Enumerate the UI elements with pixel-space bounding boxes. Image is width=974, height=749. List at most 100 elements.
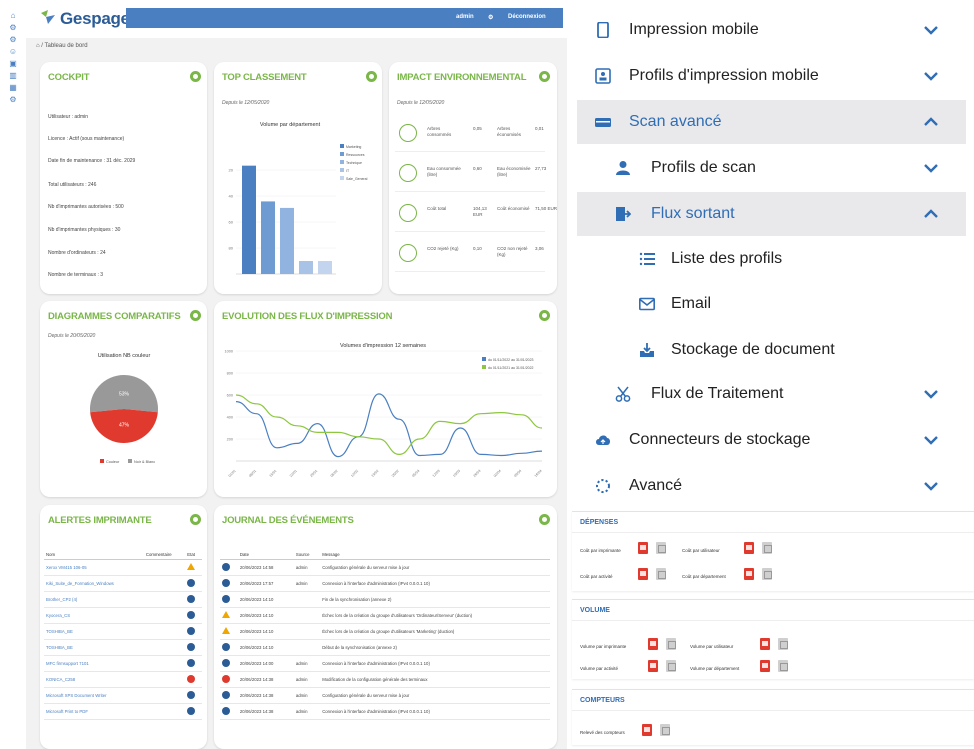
column-header[interactable]: Date — [237, 550, 294, 560]
excel-icon[interactable] — [666, 660, 676, 672]
column-header[interactable]: Nom — [44, 550, 144, 560]
table-row[interactable]: 20/06/2023 14:10 Échec lors de la créatio… — [220, 607, 550, 624]
home-icon[interactable]: ⌂ — [8, 12, 18, 20]
printer-name-link[interactable]: Microsoft XPS Document Writer — [44, 687, 144, 704]
menu-item[interactable]: Profils d'impression mobile — [577, 54, 966, 98]
excel-icon[interactable] — [656, 568, 666, 580]
menu-item[interactable]: Scan avancé — [577, 100, 966, 144]
pdf-icon[interactable] — [642, 724, 652, 736]
excel-icon[interactable] — [660, 724, 670, 736]
user-icon[interactable]: ☺ — [8, 48, 18, 56]
column-header[interactable]: Etat — [185, 550, 202, 560]
chevron-down-icon[interactable] — [922, 67, 940, 85]
printer-name-link[interactable]: KONICA_C258 — [44, 671, 144, 688]
chevron-up-icon[interactable] — [922, 205, 940, 223]
chevron-down-icon[interactable] — [922, 385, 940, 403]
table-row[interactable]: 20/06/2023 14:38 admin Modification de la … — [220, 671, 550, 688]
excel-icon[interactable] — [762, 542, 772, 554]
table-row[interactable]: 20/06/2023 14:00 admin Connexion à l'inter… — [220, 655, 550, 672]
pdf-icon[interactable] — [760, 660, 770, 672]
chart-icon[interactable]: ▥ — [8, 72, 18, 80]
printer-name-link[interactable]: Microsoft Print to PDF — [44, 703, 144, 720]
printer-name-link[interactable]: TOSHIBA_BE — [44, 639, 144, 656]
table-row[interactable]: TOSHIBA_BE — [44, 639, 202, 656]
settings-gear-icon[interactable] — [190, 310, 201, 321]
menu-item[interactable]: Flux de Traitement — [577, 372, 966, 416]
printer-name-link[interactable]: Kyocera_CS — [44, 607, 144, 624]
settings-icon[interactable]: ⚙ — [8, 96, 18, 104]
menu-item[interactable]: Liste des profils — [577, 237, 966, 281]
table-row[interactable]: 20/06/2023 14:10 Début de la synchronisat… — [220, 639, 550, 656]
eco-icon — [399, 244, 417, 262]
printer-name-link[interactable]: Xerox VM415 106-05 — [44, 559, 144, 576]
table-row[interactable]: 20/06/2023 14:10 Échec lors de la créatio… — [220, 623, 550, 640]
printer-name-link[interactable]: MFC firmsupport 7101 — [44, 655, 144, 672]
pdf-icon[interactable] — [648, 638, 658, 650]
menu-item-label: Flux de Traitement — [651, 385, 784, 402]
column-header[interactable]: Source — [293, 550, 321, 560]
gear-icon[interactable]: ⚙ — [8, 36, 18, 44]
table-row[interactable]: KONICA_C258 — [44, 671, 202, 688]
printer-icon[interactable]: ▣ — [8, 60, 18, 68]
menu-item[interactable]: Stockage de document — [577, 328, 966, 372]
menu-item[interactable]: Impression mobile — [577, 8, 966, 52]
gear-icon[interactable]: ⚙ — [8, 24, 18, 32]
printer-name-link[interactable]: Brother_CP2 (4) — [44, 591, 144, 608]
settings-icon[interactable]: ⚙ — [488, 14, 493, 21]
table-row[interactable]: Microsoft XPS Document Writer — [44, 687, 202, 704]
table-row[interactable]: Xerox VM415 106-05 — [44, 559, 202, 576]
table-row[interactable]: Microsoft Print to PDF — [44, 703, 202, 720]
excel-icon[interactable] — [762, 568, 772, 580]
printer-name-link[interactable]: TOSHIBA_BE — [44, 623, 144, 640]
table-row[interactable]: Brother_CP2 (4) — [44, 591, 202, 608]
menu-item[interactable]: Avancé — [577, 464, 966, 508]
grid-icon[interactable]: ▦ — [8, 84, 18, 92]
table-row[interactable]: 20/06/2023 14:38 admin Configuration génér… — [220, 687, 550, 704]
excel-icon[interactable] — [656, 542, 666, 554]
legend-label: du 01/11/2022 au 31/01/2023 — [488, 358, 534, 362]
settings-gear-icon[interactable] — [366, 71, 377, 82]
current-user[interactable]: admin — [456, 14, 474, 20]
column-header[interactable]: Commentaire — [143, 550, 186, 560]
chevron-down-icon[interactable] — [922, 477, 940, 495]
app-logo[interactable]: Gespage — [60, 9, 130, 29]
settings-gear-icon[interactable] — [190, 71, 201, 82]
table-row[interactable]: MFC firmsupport 7101 — [44, 655, 202, 672]
pdf-icon[interactable] — [760, 638, 770, 650]
table-row[interactable]: Kyocera_CS — [44, 607, 202, 624]
event-source: admin — [293, 575, 321, 592]
menu-item[interactable]: Email — [577, 282, 966, 326]
chevron-down-icon[interactable] — [922, 21, 940, 39]
menu-item[interactable]: Profils de scan — [577, 146, 966, 190]
settings-gear-icon[interactable] — [539, 71, 550, 82]
comment-cell — [143, 559, 186, 576]
pdf-icon[interactable] — [744, 568, 754, 580]
table-row[interactable]: 20/06/2023 17:57 admin Connexion à l'inter… — [220, 575, 550, 592]
logout-link[interactable]: Déconnexion — [508, 14, 546, 20]
menu-item[interactable]: Flux sortant — [577, 192, 966, 236]
excel-icon[interactable] — [666, 638, 676, 650]
chevron-down-icon[interactable] — [922, 159, 940, 177]
table-row[interactable]: TOSHIBA_BE — [44, 623, 202, 640]
home-icon[interactable]: ⌂ / — [36, 43, 45, 49]
excel-icon[interactable] — [778, 660, 788, 672]
printer-name-link[interactable]: Kiki_Suite_de_Formation_Windows — [44, 575, 144, 592]
chevron-up-icon[interactable] — [922, 113, 940, 131]
settings-gear-icon[interactable] — [539, 514, 550, 525]
table-row[interactable]: Kiki_Suite_de_Formation_Windows — [44, 575, 202, 592]
pdf-icon[interactable] — [638, 568, 648, 580]
excel-icon[interactable] — [778, 638, 788, 650]
pdf-icon[interactable] — [638, 542, 648, 554]
settings-gear-icon[interactable] — [539, 310, 550, 321]
pdf-icon[interactable] — [648, 660, 658, 672]
table-row[interactable]: 20/06/2023 14:10 Fin de la synchronisatio… — [220, 591, 550, 608]
pdf-icon[interactable] — [744, 542, 754, 554]
settings-gear-icon[interactable] — [190, 514, 201, 525]
table-row[interactable]: 20/06/2023 14:38 admin Connexion à l'inter… — [220, 703, 550, 720]
column-header[interactable]: Message — [320, 550, 550, 560]
gespage-logo-icon — [41, 10, 55, 24]
info-icon — [222, 690, 230, 699]
chevron-down-icon[interactable] — [922, 431, 940, 449]
menu-item[interactable]: Connecteurs de stockage — [577, 418, 966, 462]
table-row[interactable]: 20/06/2023 14:58 admin Configuration génér… — [220, 559, 550, 576]
